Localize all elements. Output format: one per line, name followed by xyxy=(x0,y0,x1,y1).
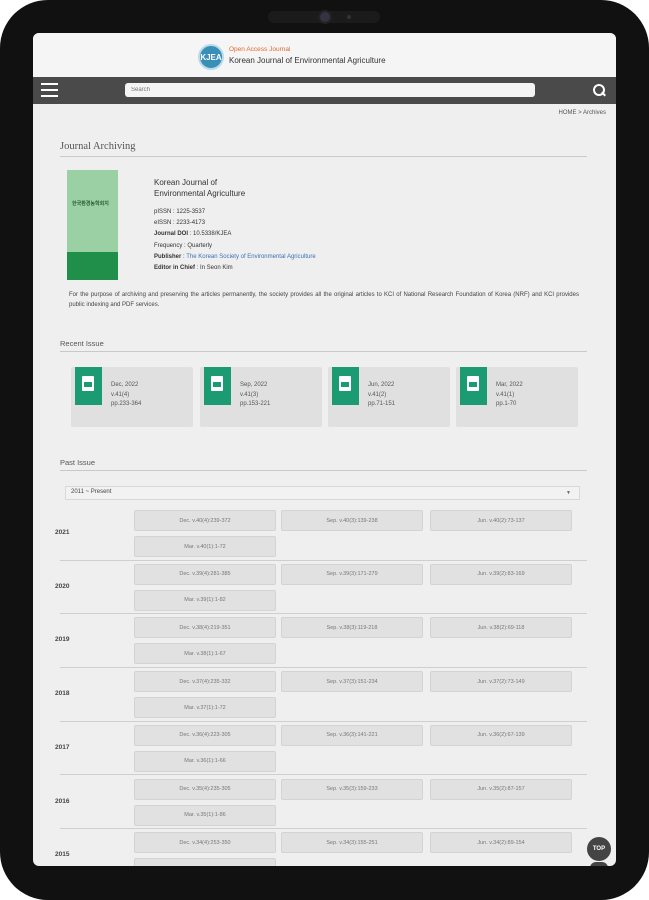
era-select[interactable]: 2011 ~ Present ▼ xyxy=(65,486,580,500)
pissn: pISSN : 1225-3537 xyxy=(154,209,206,215)
issue-button[interactable]: Dec. v.40(4):239-372 xyxy=(134,510,276,531)
file-badge xyxy=(204,367,231,405)
journal-name-line2: Environmental Agriculture xyxy=(154,189,246,198)
issue-button[interactable]: Mar. v.35(1):1-86 xyxy=(134,804,276,826)
journal-name: Korean Journal of Environmental Agricult… xyxy=(154,177,316,199)
file-badge xyxy=(332,367,359,405)
journal-doi: Journal DOI : 10.5338/KJEA xyxy=(154,231,232,238)
journal-cover-image: 한국환경농학회지 xyxy=(67,170,118,280)
issue-button[interactable]: Mar. v.39(1):1-82 xyxy=(134,589,276,611)
issue-button[interactable]: Sep. v.39(3):171-279 xyxy=(281,563,423,585)
recent-issue-label: Recent Issue xyxy=(60,339,104,348)
era-select-value: 2011 ~ Present xyxy=(71,489,112,495)
brand-name[interactable]: Korean Journal of Environmental Agricult… xyxy=(229,56,386,65)
sensor-icon xyxy=(347,15,351,19)
issue-button[interactable]: Dec. v.38(4):219-351 xyxy=(134,617,276,639)
recent-divider xyxy=(60,351,587,352)
file-badge xyxy=(75,367,102,405)
brand-header: KJEA Open Access Journal Korean Journal … xyxy=(33,33,616,77)
recent-issue-text: Jun, 2022 v.41(2) pp.71-151 xyxy=(368,382,396,407)
document-icon xyxy=(339,376,351,391)
issue-button[interactable]: Sep. v.37(3):151-234 xyxy=(281,671,423,693)
issue-button[interactable]: Jun. v.38(2):69-118 xyxy=(430,617,572,639)
year-label: 2015 xyxy=(55,851,70,859)
issue-button[interactable]: Dec. v.36(4):223-305 xyxy=(134,724,276,746)
menu-icon[interactable] xyxy=(41,83,58,97)
title-divider xyxy=(60,156,587,157)
issue-button[interactable]: Sep. v.35(3):159-233 xyxy=(281,778,423,800)
document-icon xyxy=(211,376,223,391)
publisher-link[interactable]: The Korean Society of Environmental Agri… xyxy=(186,254,315,260)
issue-button[interactable]: Jun. v.35(2):87-157 xyxy=(430,778,572,800)
editor-in-chief: Editor in Chief : In Seon Kim xyxy=(154,265,233,272)
recent-issue-card[interactable]: Dec, 2022 v.41(4) pp.233-364 xyxy=(71,367,193,427)
issue-button[interactable]: Sep. v.36(3):141-221 xyxy=(281,724,423,746)
search-icon[interactable] xyxy=(592,83,606,97)
issue-button[interactable]: Jun. v.34(2):89-154 xyxy=(430,832,572,854)
issue-button[interactable]: Sep. v.40(3):139-238 xyxy=(281,510,423,531)
file-badge xyxy=(460,367,487,405)
issue-button[interactable]: Mar. v.34(1):1-87 xyxy=(134,858,276,866)
recent-issue-card[interactable]: Jun, 2022 v.41(2) pp.71-151 xyxy=(328,367,450,427)
issue-button[interactable]: Jun. v.36(2):67-139 xyxy=(430,724,572,746)
search-input[interactable] xyxy=(125,83,535,97)
publisher: Publisher : The Korean Society of Enviro… xyxy=(154,253,316,260)
issue-button[interactable]: Mar. v.38(1):1-67 xyxy=(134,643,276,665)
breadcrumb[interactable]: HOME > Archives xyxy=(558,110,606,116)
document-icon xyxy=(467,376,479,391)
issue-button[interactable]: Jun. v.39(2):83-169 xyxy=(430,563,572,585)
document-icon xyxy=(82,376,94,391)
brand-tagline: Open Access Journal xyxy=(229,46,291,53)
year-label: 2016 xyxy=(55,797,70,805)
year-label: 2017 xyxy=(55,743,70,751)
recent-issue-card[interactable]: Sep, 2022 v.41(3) pp.153-221 xyxy=(200,367,322,427)
issue-button[interactable]: Jun. v.40(2):73-137 xyxy=(430,510,572,531)
issue-button[interactable]: Sep. v.34(3):155-251 xyxy=(281,832,423,854)
cover-band xyxy=(67,252,118,280)
issue-button[interactable]: Dec. v.37(4):235-332 xyxy=(134,671,276,693)
journal-name-line1: Korean Journal of xyxy=(154,178,218,187)
frequency: Frequency : Quarterly xyxy=(154,242,213,249)
journal-logo[interactable]: KJEA xyxy=(198,44,224,70)
top-button[interactable]: TOP xyxy=(587,837,611,861)
archive-description: For the purpose of archiving and preserv… xyxy=(69,292,579,308)
year-label: 2018 xyxy=(55,690,70,698)
recent-issue-text: Sep, 2022 v.41(3) pp.153-221 xyxy=(240,382,271,407)
year-label: 2021 xyxy=(55,529,70,536)
issue-button[interactable]: Dec. v.35(4):235-305 xyxy=(134,778,276,800)
screen: KJEA Open Access Journal Korean Journal … xyxy=(33,33,616,866)
recent-issue-text: Dec, 2022 v.41(4) pp.233-364 xyxy=(111,382,142,407)
eissn: eISSN : 2233-4173 xyxy=(154,220,206,227)
page-title: Journal Archiving xyxy=(60,141,136,152)
camera-icon xyxy=(320,12,330,22)
issue-button[interactable]: Mar. v.36(1):1-66 xyxy=(134,750,276,772)
tablet-frame: KJEA Open Access Journal Korean Journal … xyxy=(0,0,649,900)
past-divider xyxy=(60,470,587,471)
chevron-down-icon: ▼ xyxy=(566,490,571,496)
scroll-button[interactable] xyxy=(590,862,608,866)
recent-issue-text: Mar, 2022 v.41(1) pp.1-70 xyxy=(496,382,523,407)
issue-button[interactable]: Mar. v.40(1):1-72 xyxy=(134,536,276,557)
recent-issue-card[interactable]: Mar, 2022 v.41(1) pp.1-70 xyxy=(456,367,578,427)
issue-button[interactable]: Dec. v.34(4):253-350 xyxy=(134,832,276,854)
issue-button[interactable]: Sep. v.38(3):119-218 xyxy=(281,617,423,639)
cover-title: 한국환경농학회지 xyxy=(72,201,109,207)
nav-bar xyxy=(33,77,616,104)
year-label: 2020 xyxy=(55,582,70,590)
issue-button[interactable]: Mar. v.37(1):1-72 xyxy=(134,697,276,719)
year-label: 2019 xyxy=(55,636,70,644)
past-issue-label: Past Issue xyxy=(60,458,96,467)
journal-info: Korean Journal of Environmental Agricult… xyxy=(154,177,316,274)
issue-button[interactable]: Jun. v.37(2):73-149 xyxy=(430,671,572,693)
issue-button[interactable]: Dec. v.39(4):281-385 xyxy=(134,563,276,585)
